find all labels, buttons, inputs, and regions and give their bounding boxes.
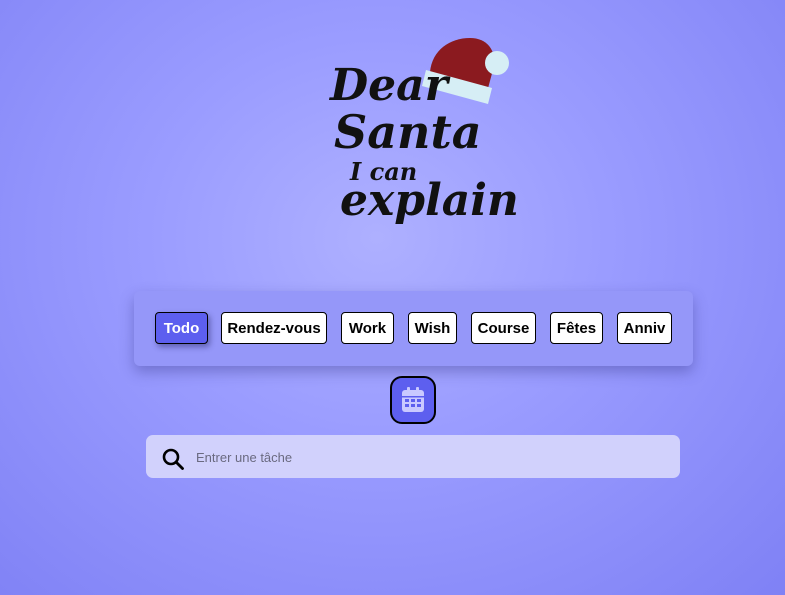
task-search-bar: [146, 435, 680, 480]
task-input[interactable]: [194, 435, 668, 480]
logo-line-dear: Dear: [328, 60, 451, 111]
logo-line-santa: Santa: [334, 105, 482, 159]
calendar-icon: [402, 387, 424, 412]
search-icon[interactable]: [162, 448, 184, 470]
tab-wish[interactable]: Wish: [408, 312, 457, 344]
tab-anniv[interactable]: Anniv: [617, 312, 672, 344]
logo-line-explain: explain: [340, 175, 519, 226]
tab-course[interactable]: Course: [471, 312, 536, 344]
tab-todo[interactable]: Todo: [155, 312, 208, 344]
tab-fetes[interactable]: Fêtes: [550, 312, 603, 344]
category-tabs: Todo Rendez-vous Work Wish Course Fêtes …: [134, 291, 693, 366]
dear-santa-logo: Dear Santa I can explain: [322, 30, 522, 235]
tab-rendez-vous[interactable]: Rendez-vous: [221, 312, 327, 344]
tab-work[interactable]: Work: [341, 312, 394, 344]
calendar-button[interactable]: [390, 376, 436, 424]
